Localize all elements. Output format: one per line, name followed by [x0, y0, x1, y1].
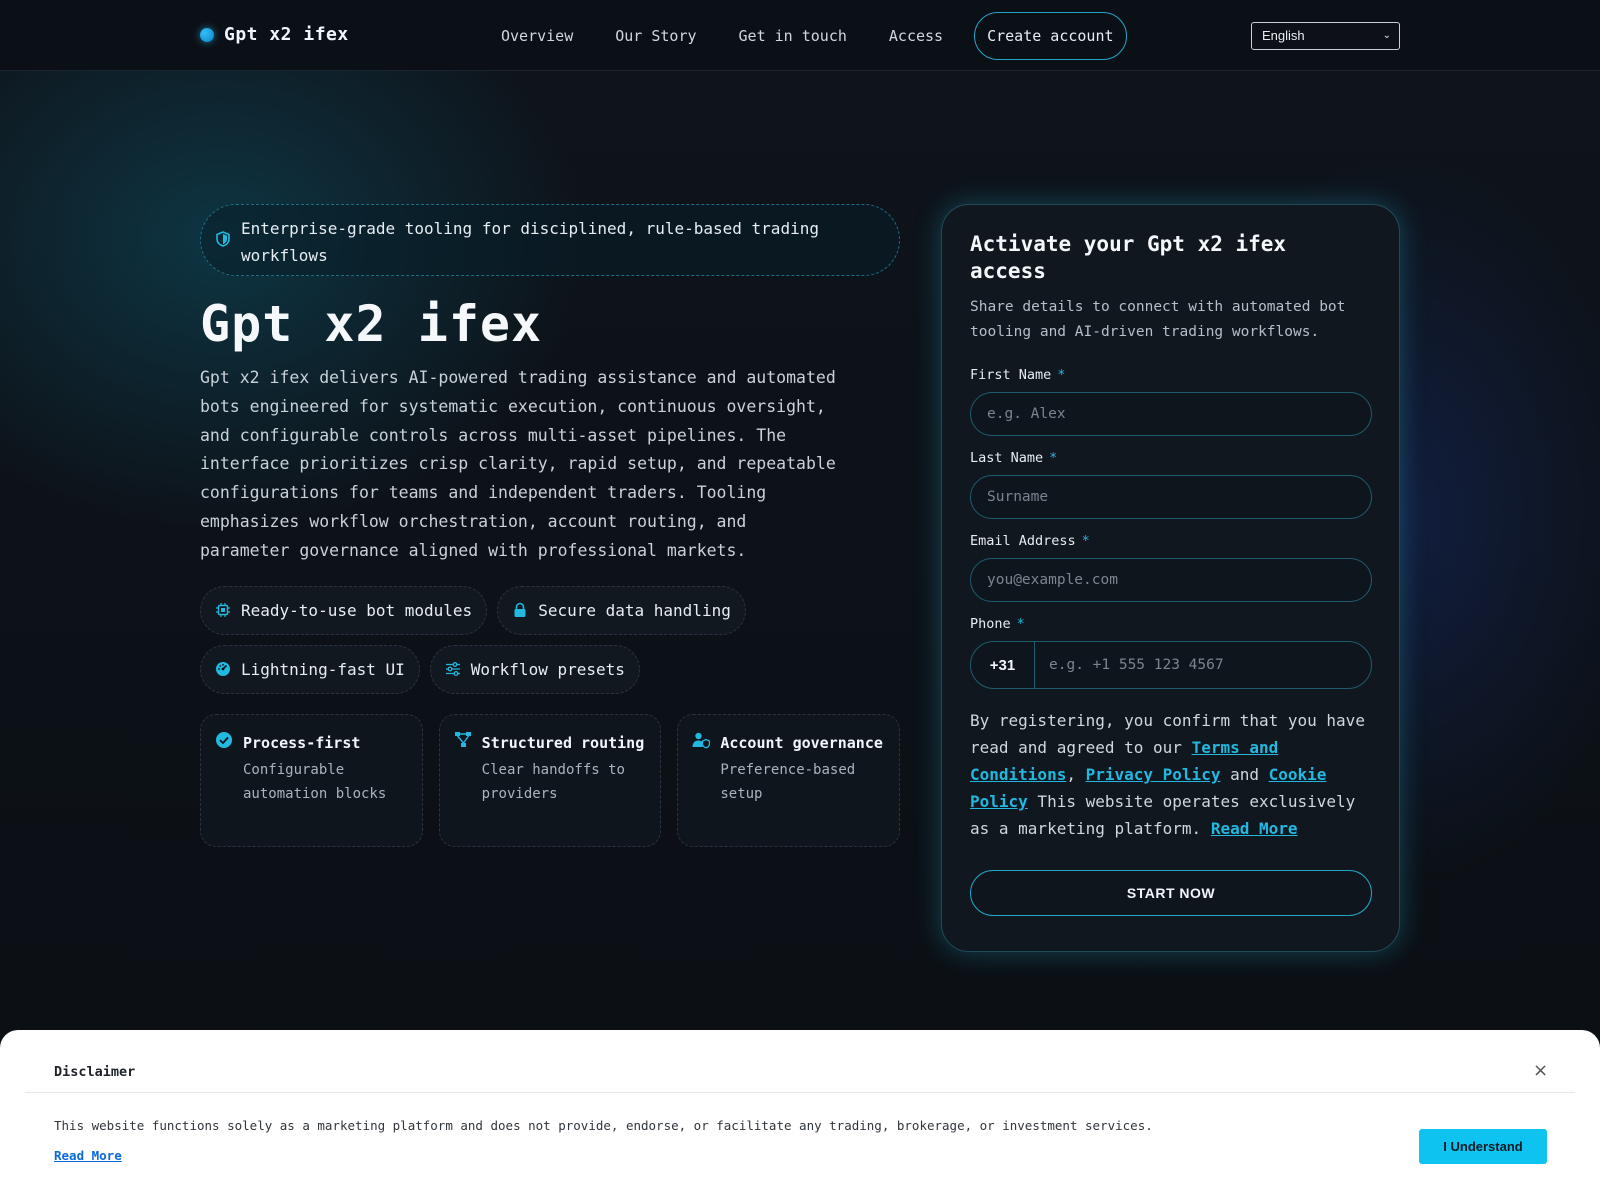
chevron-down-icon: ⌄ [1382, 30, 1391, 41]
brand-dot-icon [200, 27, 214, 42]
required-mark: * [1016, 616, 1025, 632]
feature-description: Configurable automation blocks [243, 761, 387, 802]
nav-link-access[interactable]: Access [868, 27, 964, 45]
privacy-link[interactable]: Privacy Policy [1086, 765, 1221, 784]
email-field[interactable] [970, 558, 1372, 602]
start-now-button[interactable]: START NOW [970, 870, 1372, 916]
feature-cards: Process-first Configurable automation bl… [200, 713, 901, 847]
read-more-link[interactable]: Read More [1211, 819, 1298, 838]
feature-title: Process-first [243, 733, 361, 752]
pill-fast-ui: Lightning-fast UI [200, 644, 420, 694]
language-select-value: English [1262, 28, 1305, 43]
phone-country-code[interactable]: +31 [971, 642, 1035, 688]
hero-title: Gpt x2 ifex [200, 295, 543, 353]
phone-input[interactable] [1035, 642, 1371, 688]
shield-icon [216, 231, 230, 247]
create-account-button[interactable]: Create account [974, 12, 1127, 60]
check-circle-icon [216, 731, 232, 748]
top-navbar: Gpt x2 ifex Overview Our Story Get in to… [0, 0, 1600, 71]
signup-form-card: Activate your Gpt x2 ifex access Share d… [941, 204, 1400, 952]
gauge-icon [216, 662, 230, 677]
feature-card-structured-routing: Structured routing Clear handoffs to pro… [438, 713, 662, 847]
routing-icon [454, 731, 471, 747]
feature-card-process-first: Process-first Configurable automation bl… [200, 713, 423, 847]
hero-section: Enterprise-grade tooling for disciplined… [200, 204, 901, 847]
feature-title: Account governance [720, 733, 883, 752]
chip-icon [216, 603, 230, 618]
pill-secure-data: Secure data handling [497, 585, 746, 635]
last-name-field[interactable] [970, 475, 1372, 519]
pill-label: Secure data handling [538, 600, 731, 620]
disclaimer-banner: Disclaimer × This website functions sole… [0, 1030, 1600, 1200]
lock-icon [514, 602, 526, 618]
hero-badge: Enterprise-grade tooling for disciplined… [200, 204, 900, 276]
pill-label: Lightning-fast UI [241, 659, 405, 679]
form-subtitle: Share details to connect with automated … [970, 299, 1346, 340]
disclaimer-text: This website functions solely as a marke… [54, 1118, 1153, 1133]
nav-link-overview[interactable]: Overview [480, 27, 594, 45]
required-mark: * [1049, 450, 1058, 466]
nav-link-get-in-touch[interactable]: Get in touch [718, 27, 868, 45]
pill-workflow-presets: Workflow presets [429, 644, 640, 694]
user-shield-icon [692, 732, 711, 749]
required-mark: * [1057, 367, 1066, 383]
first-name-field[interactable] [970, 392, 1372, 436]
feature-description: Clear handoffs to providers [481, 761, 625, 802]
phone-label: Phone * [970, 616, 1025, 632]
close-icon[interactable]: × [1533, 1060, 1548, 1081]
feature-description: Preference-based setup [720, 761, 856, 802]
last-name-label: Last Name * [970, 450, 1058, 466]
pill-label: Ready-to-use bot modules [241, 600, 473, 620]
disclaimer-title: Disclaimer [54, 1064, 136, 1080]
feature-title: Structured routing [481, 733, 645, 752]
nav-link-our-story[interactable]: Our Story [594, 27, 717, 45]
required-mark: * [1081, 533, 1090, 549]
language-select[interactable]: English ⌄ [1251, 22, 1400, 50]
sliders-icon [445, 662, 460, 677]
pill-bot-modules: Ready-to-use bot modules [200, 585, 488, 635]
pill-label: Workflow presets [470, 659, 625, 679]
first-name-label: First Name * [970, 367, 1066, 383]
email-label: Email Address * [970, 533, 1090, 549]
brand-name: Gpt x2 ifex [224, 24, 349, 45]
hero-description: Gpt x2 ifex delivers AI-powered trading … [200, 368, 836, 560]
disclaimer-divider [25, 1092, 1575, 1093]
i-understand-button[interactable]: I Understand [1419, 1129, 1547, 1164]
phone-field: +31 [970, 641, 1372, 689]
nav-links: Overview Our Story Get in touch Access C… [480, 12, 1127, 60]
feature-card-account-governance: Account governance Preference-based setu… [677, 713, 901, 847]
disclaimer-read-more-link[interactable]: Read More [54, 1148, 122, 1163]
feature-pills: Ready-to-use bot modules Secure data han… [200, 585, 900, 694]
brand-logo[interactable]: Gpt x2 ifex [200, 24, 349, 45]
form-title: Activate your Gpt x2 ifex access [970, 232, 1287, 283]
consent-text: By registering, you confirm that you hav… [970, 711, 1365, 838]
hero-badge-text: Enterprise-grade tooling for disciplined… [241, 219, 819, 265]
